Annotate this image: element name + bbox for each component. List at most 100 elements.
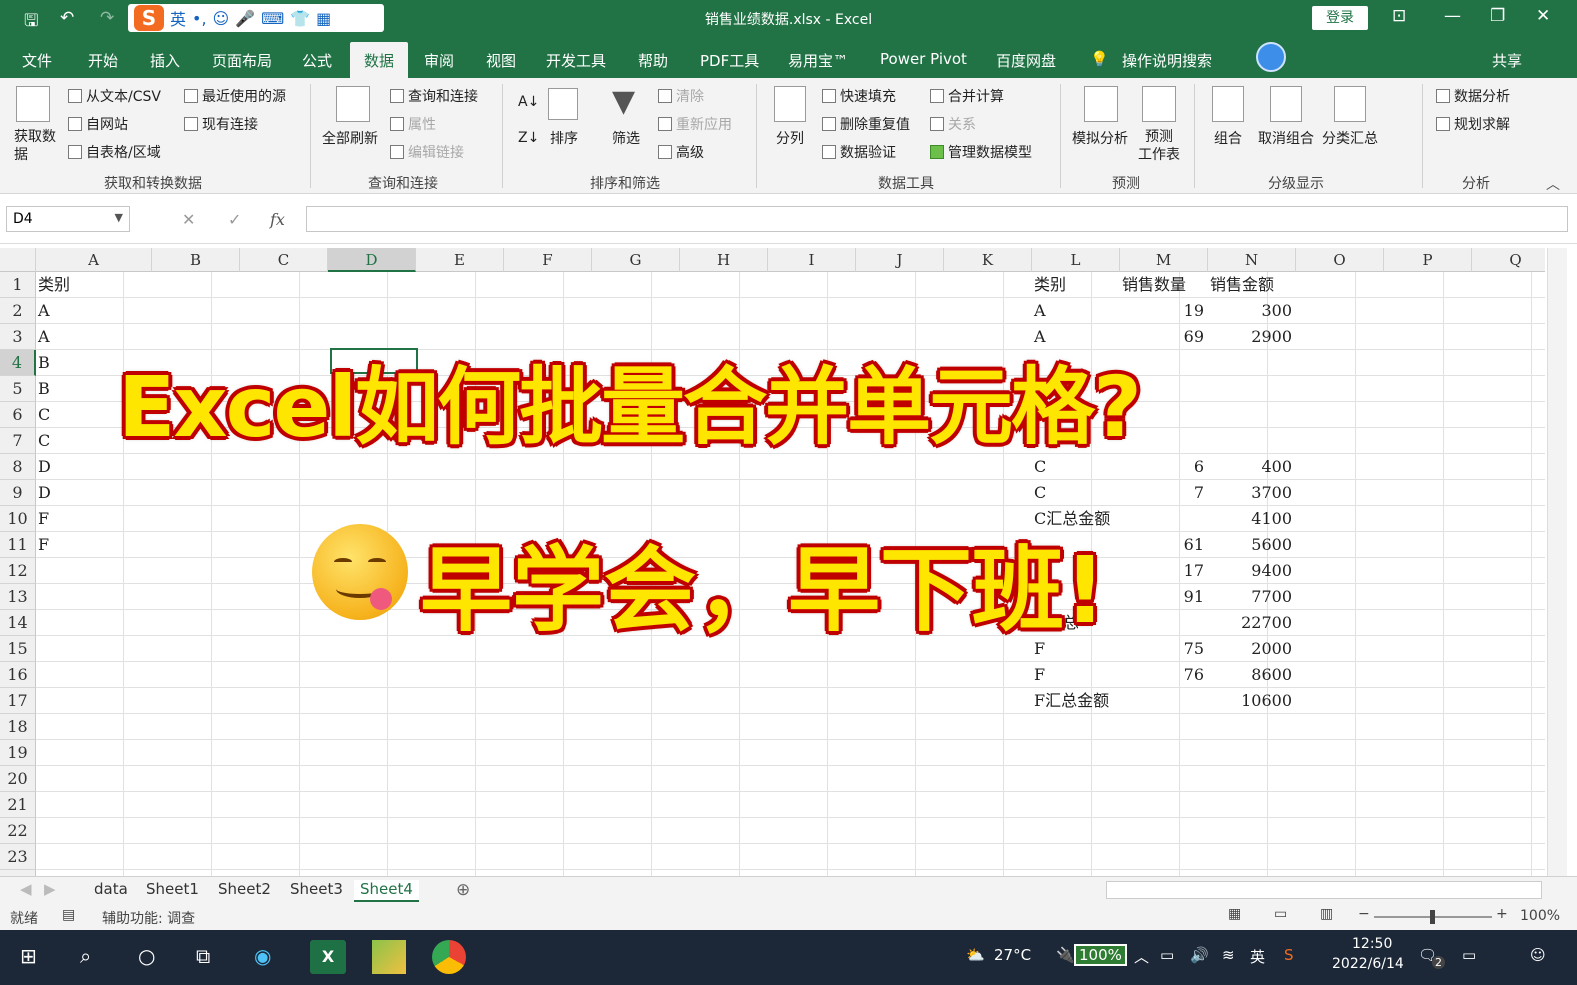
column-header-h[interactable]: H — [680, 248, 768, 272]
properties-button[interactable]: 属性 — [390, 114, 436, 134]
column-header-b[interactable]: B — [152, 248, 240, 272]
formula-input[interactable] — [306, 206, 1568, 232]
cell-a10[interactable]: F — [38, 506, 49, 532]
what-if-button[interactable]: 模拟分析 — [1072, 128, 1128, 148]
cell-a1[interactable]: 类别 — [38, 272, 70, 298]
cell-a3[interactable]: A — [38, 324, 50, 350]
macro-record-icon[interactable]: ▤ — [62, 907, 75, 923]
page-layout-icon[interactable]: ▭ — [1274, 906, 1287, 922]
column-header-g[interactable]: G — [592, 248, 680, 272]
tab-baidu[interactable]: 百度网盘 — [996, 50, 1056, 71]
row-header-3[interactable]: 3 — [0, 324, 36, 350]
photos-taskbar-icon[interactable] — [372, 940, 406, 974]
cell-a2[interactable]: A — [38, 298, 50, 324]
row-header-20[interactable]: 20 — [0, 766, 36, 792]
cell-n12[interactable]: 9400 — [1208, 558, 1292, 584]
existing-conn-button[interactable]: 现有连接 — [184, 114, 258, 134]
remove-dup-button[interactable]: 删除重复值 — [822, 114, 910, 134]
column-header-d[interactable]: D — [328, 248, 416, 272]
search-icon[interactable]: ⌕ — [80, 944, 91, 968]
cell-l16[interactable]: F — [1034, 662, 1045, 688]
row-header-19[interactable]: 19 — [0, 740, 36, 766]
row-header-2[interactable]: 2 — [0, 298, 36, 324]
data-analysis-button[interactable]: 数据分析 — [1436, 86, 1510, 106]
restore-icon[interactable]: ❐ — [1490, 6, 1505, 26]
cell-a7[interactable]: C — [38, 428, 50, 454]
task-view-icon[interactable]: ⧉ — [196, 944, 210, 968]
sheet-tab-sheet2[interactable]: Sheet2 — [212, 880, 277, 898]
cell-n16[interactable]: 8600 — [1208, 662, 1292, 688]
row-header-11[interactable]: 11 — [0, 532, 36, 558]
sort-button[interactable]: 排序 — [550, 128, 578, 148]
column-header-m[interactable]: M — [1120, 248, 1208, 272]
sheet-tab-data[interactable]: data — [88, 880, 134, 898]
row-header-8[interactable]: 8 — [0, 454, 36, 480]
sort-asc-icon[interactable]: A↓ — [518, 94, 539, 110]
sogou-tray-icon[interactable]: S — [1284, 946, 1294, 964]
row-header-1[interactable]: 1 — [0, 272, 36, 298]
excel-taskbar-icon[interactable]: X — [310, 940, 346, 974]
column-header-q[interactable]: Q — [1472, 248, 1545, 272]
name-box[interactable]: D4 ▼ — [6, 206, 130, 232]
add-sheet-icon[interactable]: ⊕ — [450, 880, 476, 900]
get-data-button[interactable]: 获取数据 — [14, 128, 58, 164]
cell-m12[interactable]: 17 — [1120, 558, 1204, 584]
tab-pdf[interactable]: PDF工具 — [700, 50, 759, 71]
tab-yiyongbao[interactable]: 易用宝™ — [788, 50, 848, 71]
weather-icon[interactable]: ⛅ — [966, 946, 985, 964]
zoom-level[interactable]: 100% — [1520, 908, 1560, 924]
cell-n13[interactable]: 7700 — [1208, 584, 1292, 610]
from-table-button[interactable]: 自表格/区域 — [68, 142, 161, 162]
row-header-12[interactable]: 12 — [0, 558, 36, 584]
cell-a9[interactable]: D — [38, 480, 51, 506]
cortana-icon[interactable]: ○ — [138, 944, 155, 968]
chat-icon[interactable]: ☺ — [1530, 946, 1546, 964]
row-header-21[interactable]: 21 — [0, 792, 36, 818]
sheet-tab-sheet4[interactable]: Sheet4 — [354, 880, 419, 902]
cancel-icon[interactable]: ✕ — [182, 210, 195, 229]
subtotal-button[interactable]: 分类汇总 — [1322, 128, 1378, 148]
queries-conn-button[interactable]: 查询和连接 — [390, 86, 478, 106]
cell-m1[interactable]: 销售数量 — [1122, 272, 1186, 298]
column-header-i[interactable]: I — [768, 248, 856, 272]
cell-n8[interactable]: 400 — [1208, 454, 1292, 480]
select-all-corner[interactable] — [0, 248, 36, 272]
cell-a6[interactable]: C — [38, 402, 50, 428]
clear-button[interactable]: 清除 — [658, 86, 704, 106]
sort-desc-icon[interactable]: Z↓ — [518, 130, 539, 146]
column-header-n[interactable]: N — [1208, 248, 1296, 272]
row-header-13[interactable]: 13 — [0, 584, 36, 610]
data-validation-button[interactable]: 数据验证 — [822, 142, 896, 162]
row-header-10[interactable]: 10 — [0, 506, 36, 532]
row-header-7[interactable]: 7 — [0, 428, 36, 454]
app-icon[interactable]: ◉ — [254, 944, 271, 968]
cell-m9[interactable]: 7 — [1120, 480, 1204, 506]
tell-me-search[interactable]: 操作说明搜索 — [1122, 50, 1212, 71]
sheet-tab-sheet1[interactable]: Sheet1 — [140, 880, 205, 898]
normal-view-icon[interactable]: ▦ — [1228, 906, 1241, 922]
tab-formulas[interactable]: 公式 — [302, 50, 332, 71]
column-header-e[interactable]: E — [416, 248, 504, 272]
data-model-button[interactable]: 管理数据模型 — [930, 142, 1032, 162]
row-header-6[interactable]: 6 — [0, 402, 36, 428]
cell-m2[interactable]: 19 — [1120, 298, 1204, 324]
cell-n3[interactable]: 2900 — [1208, 324, 1292, 350]
collapse-ribbon-icon[interactable]: ︿ — [1546, 174, 1560, 194]
row-header-23[interactable]: 23 — [0, 844, 36, 870]
next-sheet-icon[interactable]: ▶ — [38, 880, 62, 898]
flash-fill-button[interactable]: 快速填充 — [822, 86, 896, 106]
tab-home[interactable]: 开始 — [88, 50, 118, 71]
refresh-all-button[interactable]: 全部刷新 — [322, 128, 378, 148]
enter-icon[interactable]: ✓ — [228, 210, 241, 229]
login-button[interactable]: 登录 — [1312, 6, 1368, 30]
ungroup-button[interactable]: 取消组合 — [1258, 128, 1314, 148]
weather-temp[interactable]: 27°C — [994, 946, 1031, 964]
page-break-icon[interactable]: ▥ — [1320, 906, 1333, 922]
cell-a8[interactable]: D — [38, 454, 51, 480]
relations-button[interactable]: 关系 — [930, 114, 976, 134]
cell-n2[interactable]: 300 — [1208, 298, 1292, 324]
solver-button[interactable]: 规划求解 — [1436, 114, 1510, 134]
row-header-14[interactable]: 14 — [0, 610, 36, 636]
tab-file[interactable]: 文件 — [22, 50, 52, 71]
row-header-22[interactable]: 22 — [0, 818, 36, 844]
